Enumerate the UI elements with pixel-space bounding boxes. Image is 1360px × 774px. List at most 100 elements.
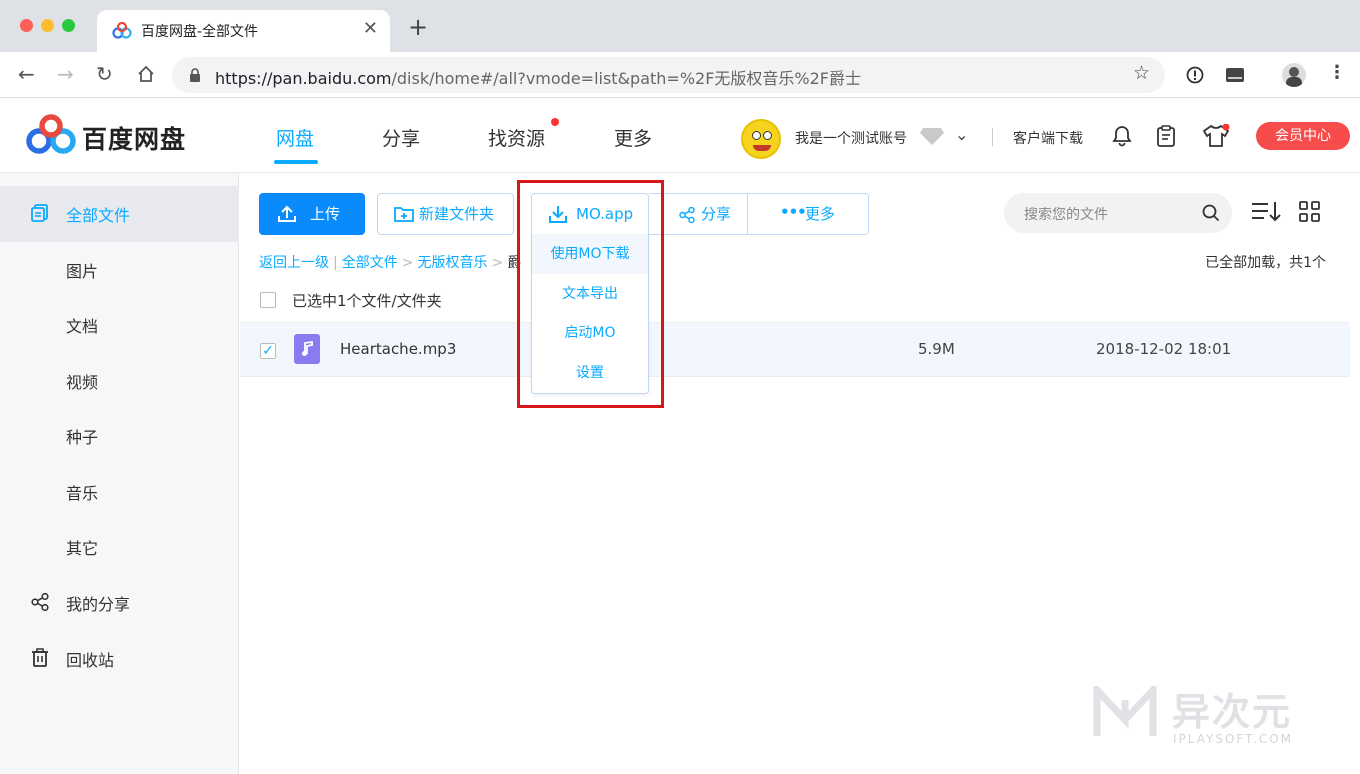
row-checkbox[interactable]: ✓: [260, 343, 276, 359]
selection-count: 已选中1个文件/文件夹: [292, 292, 442, 310]
sidebar-item-music[interactable]: 音乐: [0, 464, 239, 520]
browser-tab[interactable]: 百度网盘-全部文件 ✕: [97, 10, 390, 52]
sidebar-item-torrents[interactable]: 种子: [0, 408, 239, 464]
menu-item-settings[interactable]: 设置: [532, 353, 648, 393]
share-more-group: 分享 ••• 更多: [649, 193, 869, 235]
sidebar-item-images[interactable]: 图片: [0, 242, 239, 298]
sidebar-item-documents[interactable]: 文档: [0, 297, 239, 353]
breadcrumb: 返回上一级 | 全部文件 > 无版权音乐 > 爵: [259, 255, 522, 271]
menu-item-text-export[interactable]: 文本导出: [532, 274, 648, 314]
upload-icon: [278, 205, 296, 222]
sidebar-item-videos[interactable]: 视频: [0, 353, 239, 409]
sidebar-item-my-shares[interactable]: 我的分享: [0, 575, 239, 631]
breadcrumb-all-files[interactable]: 全部文件: [342, 255, 398, 271]
sidebar-item-all-files[interactable]: 全部文件: [0, 186, 239, 242]
tab-close-icon[interactable]: ✕: [363, 18, 378, 39]
baidu-pan-favicon-icon: [112, 22, 132, 39]
address-bar[interactable]: https://pan.baidu.com/disk/home#/all?vmo…: [172, 57, 1165, 93]
share-icon[interactable]: [678, 206, 696, 224]
minimize-window-button[interactable]: [41, 19, 54, 32]
nav-more[interactable]: 更多: [614, 124, 652, 151]
divider: [992, 128, 993, 146]
reload-icon[interactable]: ↻: [96, 62, 113, 86]
bookmark-star-icon[interactable]: ☆: [1133, 62, 1150, 84]
clipboard-icon[interactable]: [1156, 124, 1176, 148]
brand-name[interactable]: 百度网盘: [82, 120, 186, 156]
file-date: 2018-12-02 18:01: [1096, 340, 1232, 358]
nav-wangpan[interactable]: 网盘: [276, 124, 314, 151]
more-dots-icon[interactable]: •••: [780, 192, 807, 232]
breadcrumb-back-link[interactable]: 返回上一级: [259, 255, 329, 271]
music-file-icon: [294, 334, 320, 364]
file-size: 5.9M: [918, 340, 955, 358]
sidebar-item-other[interactable]: 其它: [0, 519, 239, 575]
new-folder-button[interactable]: 新建文件夹: [377, 193, 514, 235]
tshirt-skin-icon[interactable]: [1202, 124, 1230, 148]
close-window-button[interactable]: [20, 19, 33, 32]
sidebar-item-label: 我的分享: [66, 595, 131, 614]
search-placeholder: 搜索您的文件: [1024, 207, 1108, 223]
extension-info-icon[interactable]: [1186, 66, 1204, 84]
sidebar-item-label: 其它: [66, 539, 99, 558]
sidebar-item-label: 视频: [66, 373, 99, 392]
select-all-checkbox[interactable]: [260, 292, 276, 308]
nav-active-underline: [274, 160, 318, 164]
site-header: 百度网盘 网盘 分享 找资源 更多 我是一个测试账号 ⌄ 客户端下载 会员中心: [0, 98, 1360, 173]
profile-avatar[interactable]: [1282, 63, 1306, 87]
notification-dot: [551, 118, 559, 126]
baidu-pan-logo-icon[interactable]: [24, 113, 78, 157]
url-host: https://pan.baidu.com: [215, 69, 392, 88]
sidebar-item-label: 回收站: [66, 651, 115, 670]
trash-icon: [32, 648, 48, 667]
sidebar-item-recycle-bin[interactable]: 回收站: [0, 631, 239, 687]
mo-app-button[interactable]: MO.app: [531, 193, 649, 235]
upload-label: 上传: [310, 205, 341, 223]
search-icon[interactable]: [1202, 204, 1220, 222]
sort-icon[interactable]: [1250, 200, 1282, 224]
extension-drive-icon[interactable]: [1225, 66, 1245, 84]
browser-toolbar: ← → ↻ https://pan.baidu.com/disk/home#/a…: [0, 52, 1360, 98]
nav-find-resources[interactable]: 找资源: [488, 124, 545, 151]
bell-icon[interactable]: [1112, 125, 1132, 147]
load-status: 已全部加载，共1个: [1205, 255, 1326, 271]
nav-share[interactable]: 分享: [382, 124, 420, 151]
mo-app-label: MO.app: [576, 205, 634, 223]
share-button[interactable]: 分享: [701, 194, 731, 234]
sidebar-item-label: 文档: [66, 317, 99, 336]
lock-icon: [190, 68, 200, 82]
file-name[interactable]: Heartache.mp3: [340, 340, 456, 358]
chevron-down-icon[interactable]: ⌄: [955, 125, 968, 144]
new-folder-label: 新建文件夹: [419, 205, 495, 223]
more-button[interactable]: 更多: [805, 194, 835, 234]
breadcrumb-folder[interactable]: 无版权音乐: [417, 255, 487, 271]
username[interactable]: 我是一个测试账号: [795, 128, 907, 148]
menu-item-download-with-mo[interactable]: 使用MO下载: [532, 234, 648, 274]
new-folder-icon: [394, 207, 414, 222]
files-icon: [31, 204, 48, 222]
sidebar-item-label: 音乐: [66, 484, 99, 503]
avatar[interactable]: [741, 119, 781, 159]
search-input[interactable]: 搜索您的文件: [1004, 193, 1232, 233]
mo-dropdown-menu: 使用MO下载 文本导出 启动MO 设置: [531, 234, 649, 394]
new-tab-icon[interactable]: +: [408, 15, 428, 39]
zoom-window-button[interactable]: [62, 19, 75, 32]
browser-menu-icon[interactable]: ⋮: [1328, 62, 1346, 83]
table-row[interactable]: ✓ Heartache.mp3 5.9M 2018-12-02 18:01: [240, 322, 1350, 377]
sidebar: 全部文件 图片 文档 视频 种子 音乐 其它 我的分享 回收站: [0, 173, 239, 774]
home-icon[interactable]: [137, 65, 155, 83]
download-icon: [549, 206, 567, 223]
forward-arrow-icon[interactable]: →: [57, 62, 74, 86]
back-arrow-icon[interactable]: ←: [18, 62, 35, 86]
upload-button[interactable]: 上传: [259, 193, 365, 235]
client-download-link[interactable]: 客户端下载: [1013, 128, 1083, 148]
browser-tab-strip: 百度网盘-全部文件 ✕ +: [0, 0, 1360, 52]
sidebar-item-label: 全部文件: [66, 206, 131, 225]
vip-center-button[interactable]: 会员中心: [1256, 122, 1350, 150]
watermark-logo-icon: [1093, 686, 1157, 736]
url-text: https://pan.baidu.com/disk/home#/all?vmo…: [215, 65, 861, 89]
watermark-text: 异次元: [1172, 690, 1293, 734]
grid-view-icon[interactable]: [1299, 201, 1320, 222]
menu-item-launch-mo[interactable]: 启动MO: [532, 313, 648, 353]
url-path: /disk/home#/all?vmode=list&path=%2F无版权音乐…: [391, 69, 862, 88]
vip-diamond-icon[interactable]: [919, 126, 945, 146]
